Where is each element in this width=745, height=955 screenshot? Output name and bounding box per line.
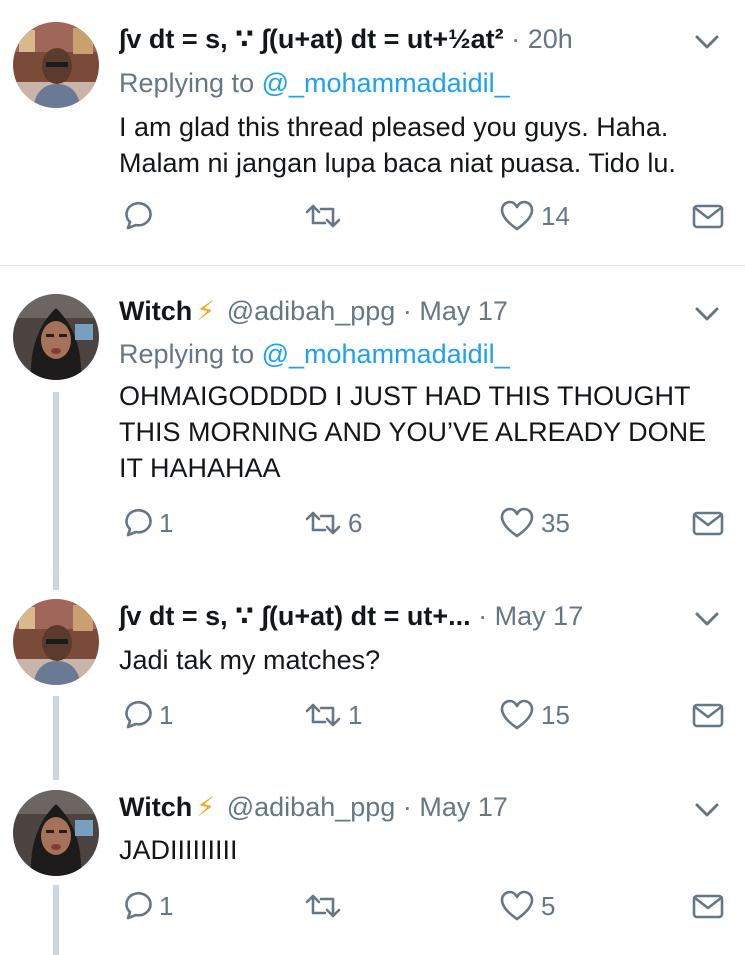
reply-button[interactable]: 1: [119, 697, 173, 733]
envelope-icon: [692, 204, 724, 229]
avatar[interactable]: [13, 790, 99, 876]
tweet[interactable]: ∫v dt = s, ∵ ∫(u+at) dt = ut+½at² · 20h …: [0, 0, 745, 266]
envelope-icon: [692, 703, 724, 728]
tweet-actions: 14: [119, 198, 729, 234]
like-button[interactable]: 5: [499, 888, 555, 924]
lightning-bolt-emoji: ⚡: [196, 792, 216, 822]
tweet-header: Witch ⚡ @adibah_ppg · May 17: [119, 294, 665, 328]
avatar[interactable]: [13, 294, 99, 380]
heart-icon: [500, 200, 534, 231]
reply-icon: [125, 700, 152, 729]
author-handle[interactable]: @adibah_ppg: [227, 792, 396, 822]
tweet-text-line: I am glad this thread pleased you guys. …: [119, 112, 669, 142]
tweet-text: Jadi tak my matches?: [119, 642, 725, 678]
avatar[interactable]: [13, 599, 99, 685]
tweet-actions: 1 5: [119, 888, 729, 924]
reply-count: 1: [159, 890, 174, 921]
separator: ·: [402, 792, 412, 822]
author-name[interactable]: Witch: [119, 296, 192, 326]
author-handle[interactable]: @adibah_ppg: [227, 296, 396, 326]
tweet-header: Witch ⚡ @adibah_ppg · May 17: [119, 790, 665, 824]
tweet[interactable]: Witch ⚡ @adibah_ppg · May 17 JADIIIIIIIII…: [0, 780, 745, 955]
like-count: 14: [541, 200, 570, 231]
chevron-down-icon[interactable]: [693, 300, 721, 328]
like-button[interactable]: 35: [499, 505, 570, 541]
lightning-bolt-emoji: ⚡: [196, 296, 216, 326]
replying-to-handle[interactable]: @_mohammadaidil_: [262, 339, 510, 369]
retweet-icon: [305, 894, 341, 918]
tweet-text-line: THIS MORNING AND YOU’VE ALREADY DONE: [119, 417, 707, 447]
reply-count: 1: [159, 507, 174, 538]
separator: ·: [511, 24, 521, 54]
reply-icon: [125, 508, 152, 537]
retweet-count: 6: [348, 507, 363, 538]
author-name[interactable]: ∫v dt = s, ∵ ∫(u+at) dt = ut+...: [119, 601, 471, 631]
tweet-text-line: Malam ni jangan lupa baca niat puasa. Ti…: [119, 148, 676, 178]
direct-message-button[interactable]: [691, 697, 725, 733]
tweet-text: JADIIIIIIIII: [119, 832, 725, 868]
direct-message-button[interactable]: [691, 888, 725, 924]
chevron-down-icon[interactable]: [693, 796, 721, 824]
tweet[interactable]: Witch ⚡ @adibah_ppg · May 17 Replying to …: [0, 266, 745, 586]
timestamp[interactable]: 20h: [528, 24, 573, 54]
retweet-button[interactable]: [304, 198, 348, 234]
author-name[interactable]: Witch: [119, 792, 192, 822]
retweet-button[interactable]: [304, 888, 348, 924]
timestamp[interactable]: May 17: [419, 792, 508, 822]
tweet-text: OHMAIGODDDD I JUST HAD THIS THOUGHT THIS…: [119, 378, 725, 486]
tweet-header: ∫v dt = s, ∵ ∫(u+at) dt = ut+... · May 1…: [119, 599, 665, 633]
tweet-text-line: Jadi tak my matches?: [119, 645, 381, 675]
chevron-down-icon[interactable]: [693, 605, 721, 633]
replying-to-label: Replying to: [119, 68, 255, 98]
avatar[interactable]: [13, 22, 99, 108]
direct-message-button[interactable]: [691, 505, 725, 541]
replying-to-handle[interactable]: @_mohammadaidil_: [262, 68, 510, 98]
tweet[interactable]: ∫v dt = s, ∵ ∫(u+at) dt = ut+... · May 1…: [0, 586, 745, 780]
like-count: 15: [541, 699, 570, 730]
envelope-icon: [692, 511, 724, 536]
envelope-icon: [692, 894, 724, 919]
reply-count: 1: [159, 699, 174, 730]
heart-icon: [500, 699, 534, 730]
tweet-actions: 1 1 15: [119, 697, 729, 733]
tweet-actions: 1 6 35: [119, 505, 729, 541]
separator: ·: [402, 296, 412, 326]
tweet-text-line: IT HAHAHAA: [119, 453, 281, 483]
replying-to: Replying to @_mohammadaidil_: [119, 337, 510, 371]
timestamp[interactable]: May 17: [419, 296, 508, 326]
like-count: 35: [541, 507, 570, 538]
like-count: 5: [541, 890, 556, 921]
chevron-down-icon[interactable]: [693, 28, 721, 56]
like-button[interactable]: 15: [499, 697, 570, 733]
tweet-text-line: JADIIIIIIIII: [119, 835, 238, 865]
reply-button[interactable]: 1: [119, 505, 173, 541]
heart-icon: [500, 890, 534, 921]
timestamp[interactable]: May 17: [495, 601, 584, 631]
replying-to: Replying to @_mohammadaidil_: [119, 66, 510, 100]
replying-to-label: Replying to: [119, 339, 255, 369]
like-button[interactable]: 14: [499, 198, 570, 234]
reply-button[interactable]: [119, 198, 159, 234]
retweet-count: 1: [348, 699, 363, 730]
direct-message-button[interactable]: [691, 198, 725, 234]
author-name[interactable]: ∫v dt = s, ∵ ∫(u+at) dt = ut+½at²: [119, 24, 504, 54]
tweet-text-line: OHMAIGODDDD I JUST HAD THIS THOUGHT: [119, 381, 691, 411]
tweet-header: ∫v dt = s, ∵ ∫(u+at) dt = ut+½at² · 20h: [119, 22, 665, 56]
separator: ·: [478, 601, 488, 631]
retweet-button[interactable]: 1: [304, 697, 362, 733]
reply-button[interactable]: 1: [119, 888, 173, 924]
reply-icon: [125, 201, 152, 230]
retweet-icon: [305, 204, 341, 228]
tweet-text: I am glad this thread pleased you guys. …: [119, 109, 725, 181]
reply-icon: [125, 891, 152, 920]
retweet-button[interactable]: 6: [304, 505, 362, 541]
heart-icon: [500, 507, 534, 538]
retweet-icon: [305, 511, 341, 535]
retweet-icon: [305, 703, 341, 727]
